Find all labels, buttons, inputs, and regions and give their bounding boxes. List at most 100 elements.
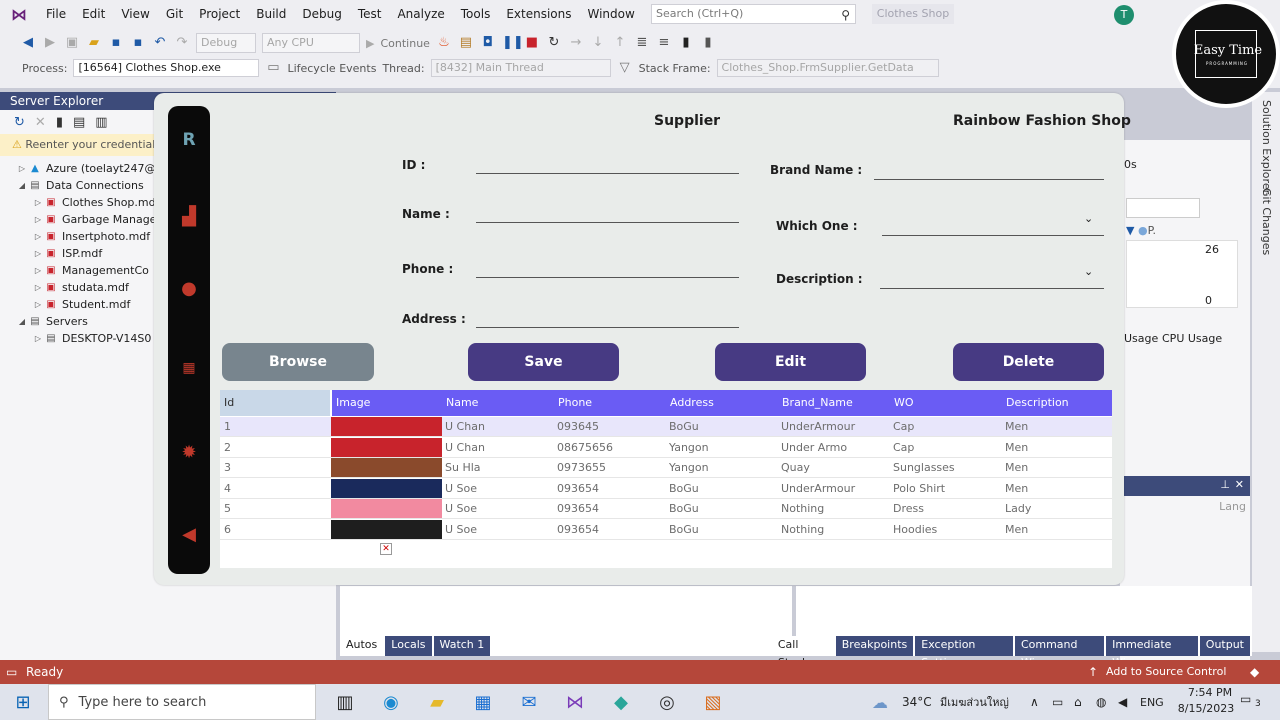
filter-box[interactable] bbox=[1126, 198, 1200, 218]
menu-extensions[interactable]: Extensions bbox=[498, 0, 579, 28]
description-combo[interactable] bbox=[880, 288, 1104, 289]
menu-window[interactable]: Window bbox=[580, 0, 643, 28]
task-view-icon[interactable]: ▥ bbox=[322, 684, 368, 720]
photos-icon[interactable]: ▧ bbox=[690, 684, 736, 720]
table-row[interactable]: 4 U Soe 093654 BoGu UnderArmour Polo Shirt Men bbox=[220, 478, 1112, 499]
connect-database-icon[interactable]: ▮ bbox=[56, 115, 63, 130]
expand-arrow-icon[interactable]: ▷ bbox=[16, 160, 28, 177]
grid-icon[interactable]: ▦ bbox=[168, 360, 210, 376]
save-all-icon[interactable]: ▪ bbox=[130, 35, 146, 51]
table-row[interactable]: 5 U Soe 093654 BoGu Nothing Dress Lady bbox=[220, 499, 1112, 520]
chart-icon[interactable]: ▟ bbox=[168, 206, 210, 227]
tab-immediate-wi-[interactable]: Immediate Wi... bbox=[1106, 636, 1198, 669]
menu-tools[interactable]: Tools bbox=[453, 0, 499, 28]
pin-icon[interactable]: ⊥ bbox=[1220, 478, 1230, 491]
expand-arrow-icon[interactable]: ◢ bbox=[16, 177, 28, 194]
restart-icon[interactable]: ↻ bbox=[546, 35, 562, 51]
open-folder-icon[interactable]: ▰ bbox=[86, 35, 102, 51]
edit-button[interactable]: Edit bbox=[715, 343, 866, 381]
address-input[interactable] bbox=[476, 327, 739, 328]
config-combo[interactable]: Debug bbox=[196, 33, 256, 53]
search-input[interactable]: Search (Ctrl+Q) ⚲ bbox=[651, 4, 856, 24]
menu-analyze[interactable]: Analyze bbox=[389, 0, 452, 28]
table-row[interactable]: 1 U Chan 093645 BoGu UnderArmour Cap Men bbox=[220, 417, 1112, 437]
tab-locals[interactable]: Locals bbox=[385, 636, 432, 656]
clock-time[interactable]: 7:54 PM bbox=[1182, 686, 1238, 699]
back-icon[interactable]: ◀ bbox=[20, 35, 36, 51]
user-avatar[interactable]: T bbox=[1114, 5, 1134, 25]
git-changes-tab[interactable]: Git Changes bbox=[1260, 188, 1273, 255]
back-circle-icon[interactable]: ◀ bbox=[168, 524, 210, 545]
format-icon[interactable]: ≡ bbox=[656, 35, 672, 51]
delete-button[interactable]: Delete bbox=[953, 343, 1104, 381]
column-header[interactable]: Description bbox=[1002, 390, 1112, 416]
column-header[interactable]: WO bbox=[890, 390, 1002, 416]
solution-explorer-tab[interactable]: Solution Explorer bbox=[1260, 100, 1273, 194]
column-header[interactable]: Id bbox=[220, 390, 330, 416]
expand-arrow-icon[interactable]: ▷ bbox=[32, 330, 44, 347]
cpu-usage-tab[interactable]: CPU Usage bbox=[1162, 332, 1222, 345]
app-icon[interactable]: ◆ bbox=[598, 684, 644, 720]
which-one-chevron-down-icon[interactable]: ⌄ bbox=[1084, 212, 1093, 225]
add-to-source-control[interactable]: Add to Source Control bbox=[1106, 660, 1226, 684]
expand-arrow-icon[interactable]: ◢ bbox=[16, 313, 28, 330]
undo-icon[interactable]: ↶ bbox=[152, 35, 168, 51]
expand-arrow-icon[interactable]: ▷ bbox=[32, 262, 44, 279]
description-chevron-down-icon[interactable]: ⌄ bbox=[1084, 265, 1093, 278]
taskbar-search[interactable]: ⚲ Type here to search bbox=[48, 684, 316, 720]
table-row[interactable]: 2 U Chan 08675656 Yangon Under Armo Cap Men bbox=[220, 437, 1112, 458]
menu-git[interactable]: Git bbox=[158, 0, 191, 28]
file-explorer-icon[interactable]: ▰ bbox=[414, 684, 460, 720]
expand-arrow-icon[interactable]: ▷ bbox=[32, 245, 44, 262]
column-header[interactable]: Phone bbox=[554, 390, 666, 416]
tab-breakpoints[interactable]: Breakpoints bbox=[835, 636, 914, 656]
language-indicator[interactable]: ENG bbox=[1140, 696, 1164, 709]
menu-test[interactable]: Test bbox=[350, 0, 390, 28]
network-icon[interactable]: ⌂ bbox=[1074, 695, 1082, 709]
notification-bell-icon[interactable]: ◆ bbox=[1250, 660, 1259, 684]
thread-combo[interactable]: [8432] Main Thread bbox=[430, 59, 611, 77]
weather-temp[interactable]: 34°C bbox=[902, 695, 932, 709]
redo-icon[interactable]: ↷ bbox=[174, 35, 190, 51]
lifecycle-events-button[interactable]: Lifecycle Events bbox=[287, 62, 376, 75]
bookmark-icon[interactable]: ▮ bbox=[678, 35, 694, 51]
panel-close-icon[interactable]: ✕ bbox=[1235, 478, 1244, 491]
toolbox-icon[interactable]: ▤ bbox=[458, 35, 474, 51]
store-icon[interactable]: ▦ bbox=[460, 684, 506, 720]
tab-exception-setti-[interactable]: Exception Setti... bbox=[915, 636, 1013, 669]
bookmark-next-icon[interactable]: ▮ bbox=[700, 35, 716, 51]
menu-project[interactable]: Project bbox=[191, 0, 248, 28]
save-icon[interactable]: ▪ bbox=[108, 35, 124, 51]
save-button[interactable]: Save bbox=[468, 343, 619, 381]
settings-gear-icon[interactable]: ✹ bbox=[168, 442, 210, 463]
connect-server-icon[interactable]: ▤ bbox=[73, 115, 85, 130]
phone-input[interactable] bbox=[476, 277, 739, 278]
hot-reload-icon[interactable]: ♨ bbox=[436, 35, 452, 51]
which-one-combo[interactable] bbox=[882, 235, 1104, 236]
brand-name-input[interactable] bbox=[874, 179, 1104, 180]
tab-command-wi-[interactable]: Command Wi... bbox=[1014, 636, 1105, 669]
menu-edit[interactable]: Edit bbox=[74, 0, 113, 28]
table-row[interactable]: 3 Su Hla 0973655 Yangon Quay Sunglasses Men bbox=[220, 458, 1112, 479]
menu-view[interactable]: View bbox=[113, 0, 157, 28]
sharepoint-icon[interactable]: ▥ bbox=[95, 115, 107, 130]
mail-icon[interactable]: ✉ bbox=[506, 684, 552, 720]
start-windows-icon[interactable]: ⊞ bbox=[0, 684, 46, 720]
column-header[interactable]: Name bbox=[442, 390, 554, 416]
menu-file[interactable]: File bbox=[38, 0, 74, 28]
continue-icon[interactable]: ▶ bbox=[366, 37, 374, 50]
table-row[interactable]: 6 U Soe 093654 BoGu Nothing Hoodies Men bbox=[220, 520, 1112, 540]
tray-chevron-icon[interactable]: ∧ bbox=[1030, 695, 1039, 709]
expand-arrow-icon[interactable]: ▷ bbox=[32, 211, 44, 228]
browse-button[interactable]: Browse bbox=[222, 343, 374, 381]
tab-autos[interactable]: Autos bbox=[340, 636, 384, 656]
tab-watch-1[interactable]: Watch 1 bbox=[433, 636, 491, 656]
forward-icon[interactable]: ▶ bbox=[42, 35, 58, 51]
breakpoint-toggle-icon[interactable]: ≣ bbox=[634, 35, 650, 51]
refresh-icon[interactable]: ↻ bbox=[14, 115, 25, 130]
screenshot-icon[interactable]: ◘ bbox=[480, 35, 496, 51]
battery-icon[interactable]: ▭ bbox=[1052, 695, 1063, 709]
column-header[interactable]: Brand_Name bbox=[778, 390, 890, 416]
id-input[interactable] bbox=[476, 173, 739, 174]
continue-button[interactable]: Continue bbox=[380, 37, 429, 50]
